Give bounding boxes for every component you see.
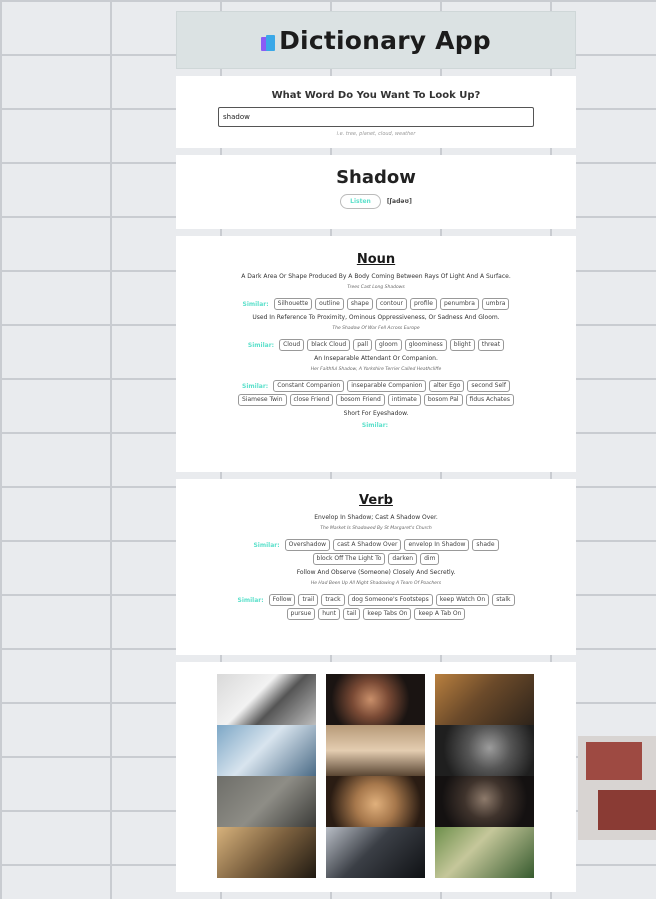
photo-man-dark[interactable] <box>435 776 534 827</box>
verb-meanings: Envelop In Shadow; Cast A Shadow Over. Th… <box>228 514 524 620</box>
photo-green-aerial[interactable] <box>435 827 534 878</box>
word-card: Shadow Listen [ʃadəʊ] <box>176 155 576 229</box>
word-pronunciation-row: Listen [ʃadəʊ] <box>176 194 576 209</box>
word-title: Shadow <box>336 167 416 188</box>
books-icon <box>261 35 276 51</box>
synonym-chip[interactable]: intimate <box>387 394 421 406</box>
synonym-chip[interactable]: contour <box>375 298 408 310</box>
synonym-chip[interactable]: shade <box>472 539 499 551</box>
synonym-chip[interactable]: profile <box>410 298 437 310</box>
similar-row: Similar: Constant Companion inseparable Co… <box>228 380 524 406</box>
synonym-chip[interactable]: pall <box>353 339 373 351</box>
photo-building-shadows[interactable] <box>217 674 316 725</box>
synonym-chip[interactable]: bosom Friend <box>336 394 385 406</box>
similar-row: Similar: Cloud black Cloud pall gloom gloomin… <box>228 339 524 351</box>
synonym-chip[interactable]: Follow <box>268 594 296 606</box>
synonym-chip[interactable]: alter Ego <box>429 380 465 392</box>
synonym-chip[interactable]: shape <box>346 298 373 310</box>
synonym-chip[interactable]: Cloud <box>279 339 305 351</box>
similar-row: Similar: <box>228 422 524 429</box>
definition-text: Envelop In Shadow; Cast A Shadow Over. <box>314 514 438 521</box>
definition-text: Follow And Observe (Someone) Closely And… <box>296 569 456 576</box>
app-header: Dictionary App <box>176 11 576 69</box>
definition-text: A Dark Area Or Shape Produced By A Body … <box>241 273 511 280</box>
photo-shadow-on-wall[interactable] <box>217 776 316 827</box>
similar-label: Similar: <box>237 596 264 604</box>
search-question: What Word Do You Want To Look Up? <box>271 90 481 101</box>
photo-hands-sunlight[interactable] <box>326 776 425 827</box>
part-of-speech-title: Noun <box>356 252 396 267</box>
similar-label: Similar: <box>253 541 280 549</box>
photo-woman-lying[interactable] <box>217 725 316 776</box>
noun-card: Noun A Dark Area Or Shape Produced By A … <box>176 236 576 472</box>
synonym-chip[interactable]: dog Someone's Footsteps <box>347 594 433 606</box>
synonym-chip[interactable]: outline <box>315 298 344 310</box>
definition-text: An Inseparable Attendant Or Companion. <box>314 355 438 362</box>
app-title: Dictionary App <box>279 25 491 55</box>
synonym-chip[interactable]: stalk <box>492 594 515 606</box>
synonym-chip[interactable]: trail <box>298 594 319 606</box>
synonym-chip[interactable]: block Off The Light To <box>312 553 386 565</box>
example-text: The Shadow Of War Fell Across Europe <box>332 326 420 331</box>
definition-text: Short For Eyeshadow. <box>343 410 409 417</box>
example-text: The Market Is Shadowed By St Margaret's … <box>320 526 432 531</box>
photo-dark-silhouette[interactable] <box>326 827 425 878</box>
photo-street-shadows[interactable] <box>217 827 316 878</box>
synonym-chip[interactable]: Silhouette <box>273 298 313 310</box>
synonym-chip[interactable]: umbra <box>481 298 510 310</box>
synonym-chip[interactable]: keep A Tab On <box>414 608 466 620</box>
synonym-chip[interactable]: inseparable Companion <box>347 380 427 392</box>
synonym-chip[interactable]: Overshadow <box>284 539 331 551</box>
search-hint: i.e. tree, planet, cloud, weather <box>336 131 416 137</box>
image-gallery <box>217 674 576 878</box>
synonym-chip[interactable]: penumbra <box>439 298 479 310</box>
synonym-chip[interactable]: second Self <box>467 380 510 392</box>
noun-meanings: A Dark Area Or Shape Produced By A Body … <box>228 273 524 429</box>
similar-label: Similar: <box>242 382 269 390</box>
similar-row: Similar: Follow trail track dog Someone's Fo… <box>228 594 524 620</box>
synonym-chip[interactable]: gloom <box>375 339 402 351</box>
listen-button[interactable]: Listen <box>340 194 381 209</box>
synonym-chip[interactable]: bosom Pal <box>423 394 463 406</box>
search-card: What Word Do You Want To Look Up? i.e. t… <box>176 76 576 148</box>
example-text: He Had Been Up All Night Shadowing A Tea… <box>310 581 442 586</box>
synonym-chip[interactable]: cast A Shadow Over <box>333 539 402 551</box>
app-container: Dictionary App What Word Do You Want To … <box>176 11 576 899</box>
synonym-chip[interactable]: Constant Companion <box>273 380 345 392</box>
search-input[interactable] <box>218 107 534 127</box>
synonym-chip[interactable]: pursue <box>286 608 316 620</box>
similar-row: Similar: Overshadow cast A Shadow Over enve… <box>228 539 524 565</box>
definition-text: Used In Reference To Proximity, Ominous … <box>252 314 500 321</box>
synonym-chip[interactable]: darken <box>388 553 418 565</box>
synonym-chip[interactable]: dim <box>420 553 440 565</box>
synonym-chip[interactable]: threat <box>477 339 505 351</box>
similar-label: Similar: <box>247 341 275 349</box>
verb-card: Verb Envelop In Shadow; Cast A Shadow Ov… <box>176 479 576 655</box>
part-of-speech-title: Verb <box>359 493 393 508</box>
similar-label: Similar: <box>361 422 389 429</box>
synonym-chip[interactable]: blight <box>449 339 475 351</box>
photo-face-light-pattern[interactable] <box>326 674 425 725</box>
example-text: Trees Cast Long Shadows <box>347 285 405 290</box>
example-text: Her Faithful Shadow, A Yorkshire Terrier… <box>310 367 442 372</box>
synonym-chip[interactable]: hunt <box>318 608 341 620</box>
phonetic-text: [ʃadəʊ] <box>386 198 412 205</box>
photo-portrait-dark[interactable] <box>435 725 534 776</box>
synonym-chip[interactable]: fidus Achates <box>465 394 514 406</box>
similar-row: Similar: Silhouette outline shape contour pro… <box>228 298 524 310</box>
synonym-chip[interactable]: gloominess <box>404 339 447 351</box>
photo-desk-objects[interactable] <box>435 674 534 725</box>
synonym-chip[interactable]: keep Tabs On <box>363 608 412 620</box>
image-gallery-card <box>176 662 576 892</box>
similar-label: Similar: <box>242 300 269 308</box>
synonym-chip[interactable]: track <box>321 594 345 606</box>
background-brick-accent <box>578 736 656 840</box>
photo-woman-standing[interactable] <box>326 725 425 776</box>
synonym-chip[interactable]: close Friend <box>289 394 334 406</box>
synonym-chip[interactable]: Siamese Twin <box>238 394 287 406</box>
synonym-chip[interactable]: envelop In Shadow <box>404 539 470 551</box>
synonym-chip[interactable]: keep Watch On <box>435 594 490 606</box>
synonym-chip[interactable]: tail <box>343 608 361 620</box>
synonym-chip[interactable]: black Cloud <box>307 339 351 351</box>
